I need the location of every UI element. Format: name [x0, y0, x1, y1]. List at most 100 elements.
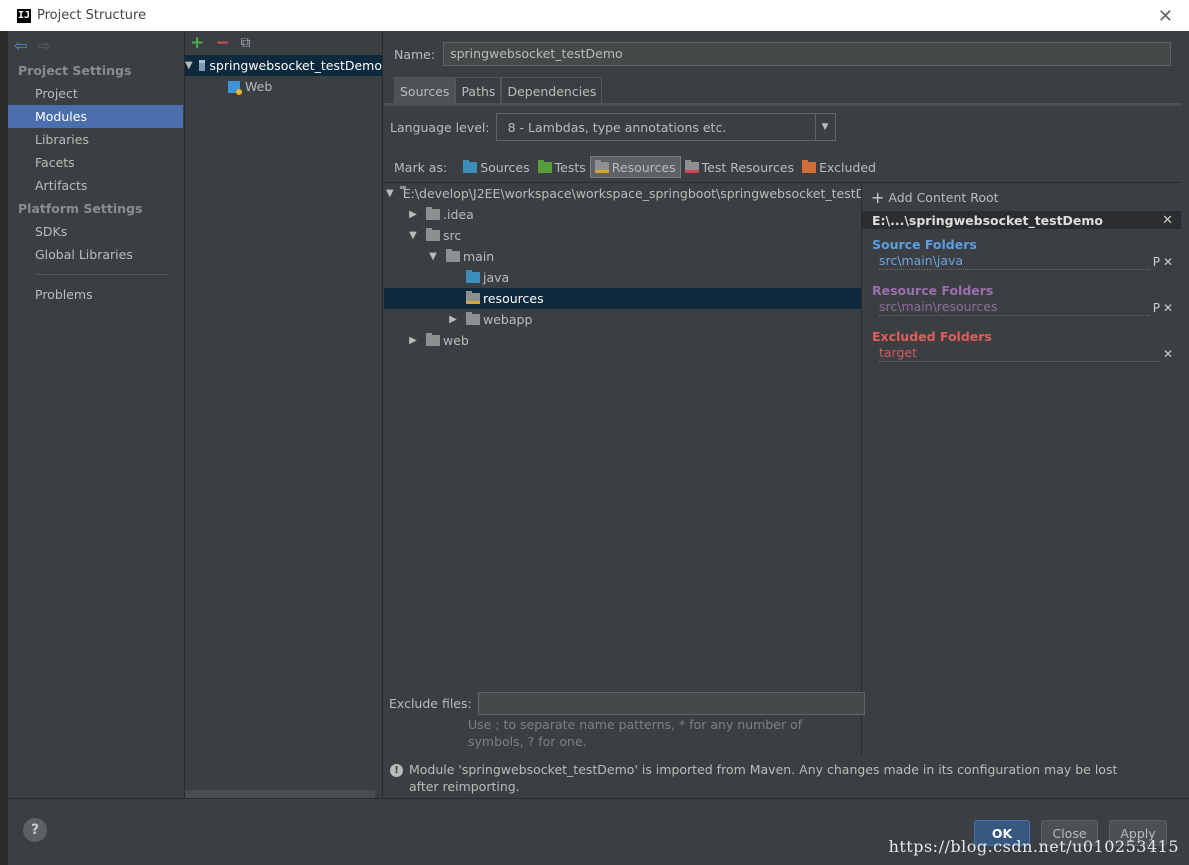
facet-label: Web — [245, 79, 273, 94]
tree-label: E:\develop\J2EE\workspace\workspace_spri… — [402, 186, 861, 201]
tree-row-resources[interactable]: resources — [384, 288, 861, 309]
add-content-root-label: Add Content Root — [888, 189, 999, 205]
nav-item-libraries[interactable]: Libraries — [8, 128, 183, 151]
tree-row-idea[interactable]: ▶ .idea — [384, 204, 861, 225]
watermark: https://blog.csdn.net/u010253415 — [888, 837, 1179, 856]
tab-sources[interactable]: Sources — [394, 77, 456, 104]
source-folder-item: src\main\java P ✕ — [862, 252, 1181, 271]
remove-folder-icon[interactable]: ✕ — [1163, 347, 1173, 361]
module-tree-panel: + − ⧉ ▼ springwebsocket_testDemo Web — [184, 31, 383, 798]
tree-row-src[interactable]: ▼ src — [384, 225, 861, 246]
source-folders-title: Source Folders — [872, 237, 977, 252]
module-panel-scrollbar[interactable] — [185, 790, 375, 798]
expand-right-icon[interactable]: ▶ — [406, 209, 420, 220]
mark-resources-button[interactable]: Resources — [589, 156, 681, 178]
tree-label: web — [443, 333, 469, 348]
test-folder-icon — [537, 159, 552, 173]
window-title: Project Structure — [37, 8, 147, 23]
folder-icon — [426, 333, 440, 346]
resource-folder-item: src\main\resources P ✕ — [862, 298, 1181, 317]
window-close-icon[interactable]: ✕ — [1158, 6, 1173, 27]
tab-underline — [384, 103, 1181, 106]
module-tree-item[interactable]: Web — [185, 76, 382, 97]
mark-as-label: Mark as: — [394, 159, 448, 175]
remove-folder-icon[interactable]: ✕ — [1163, 301, 1173, 315]
module-tree-item[interactable]: ▼ springwebsocket_testDemo — [185, 55, 382, 76]
tree-label: main — [463, 249, 495, 264]
expand-right-icon[interactable]: ▶ — [446, 314, 460, 325]
exclude-files-input[interactable] — [477, 692, 865, 715]
window-title-bar: IJ Project Structure ✕ — [0, 0, 1189, 31]
tree-row-main[interactable]: ▼ main — [384, 246, 861, 267]
add-content-root-button[interactable]: + Add Content Root — [862, 183, 1181, 211]
remove-root-icon[interactable]: ✕ — [1162, 213, 1173, 228]
test-resource-folder-icon — [684, 159, 699, 173]
expand-down-icon[interactable]: ▼ — [185, 55, 193, 76]
excluded-folder-item: target ✕ — [862, 344, 1181, 363]
nav-item-sdks[interactable]: SDKs — [8, 220, 183, 243]
nav-item-project[interactable]: Project — [8, 82, 183, 105]
tree-row-java[interactable]: java — [384, 267, 861, 288]
tab-dependencies[interactable]: Dependencies — [501, 77, 603, 104]
expand-down-icon[interactable]: ▼ — [406, 230, 420, 241]
content-root-header: E:\...\springwebsocket_testDemo ✕ — [862, 211, 1181, 229]
content-root-panel: + Add Content Root E:\...\springwebsocke… — [861, 182, 1181, 755]
nav-item-problems[interactable]: Problems — [8, 283, 183, 306]
mark-test-resources-button[interactable]: Test Resources — [681, 156, 798, 178]
forward-arrow-icon[interactable]: ⇨ — [37, 36, 50, 55]
nav-item-artifacts[interactable]: Artifacts — [8, 174, 183, 197]
add-module-icon[interactable]: + — [190, 33, 204, 53]
nav-item-modules[interactable]: Modules — [8, 105, 183, 128]
nav-item-global-libraries[interactable]: Global Libraries — [8, 243, 183, 266]
remove-module-icon[interactable]: − — [215, 33, 229, 53]
resource-folder-icon — [466, 291, 480, 304]
mark-sources-button[interactable]: Sources — [459, 156, 533, 178]
copy-module-icon[interactable]: ⧉ — [241, 35, 251, 51]
tab-paths[interactable]: Paths — [455, 77, 502, 104]
edit-properties-icon[interactable]: P — [1153, 255, 1160, 269]
edit-properties-icon[interactable]: P — [1153, 301, 1160, 315]
tree-row-root[interactable]: ▼ E:\develop\J2EE\workspace\workspace_sp… — [384, 183, 861, 204]
warning-text: Module 'springwebsocket_testDemo' is imp… — [409, 762, 1118, 794]
nav-divider — [35, 274, 169, 275]
nav-item-facets[interactable]: Facets — [8, 151, 183, 174]
exclude-files-label: Exclude files: — [389, 696, 472, 711]
plus-icon: + — [871, 187, 885, 207]
mark-excluded-button[interactable]: Excluded — [798, 156, 880, 178]
tree-label: resources — [483, 291, 544, 306]
tree-row-web[interactable]: ▶ web — [384, 330, 861, 351]
remove-folder-icon[interactable]: ✕ — [1163, 255, 1173, 269]
source-folder-icon — [466, 270, 480, 283]
resource-folders-title: Resource Folders — [872, 283, 994, 298]
mark-tests-label: Tests — [554, 159, 586, 175]
module-name-input[interactable]: springwebsocket_testDemo — [443, 42, 1172, 66]
folder-icon — [466, 312, 480, 325]
mark-tests-button[interactable]: Tests — [534, 156, 590, 178]
expand-right-icon[interactable]: ▶ — [406, 335, 420, 346]
language-level-select[interactable]: 8 - Lambdas, type annotations etc. ▼ — [495, 113, 836, 141]
warning-icon: ! — [390, 764, 403, 777]
exclude-files-hint: Use ; to separate name patterns, * for a… — [468, 717, 803, 749]
mark-resources-label: Resources — [611, 159, 676, 175]
folder-icon — [426, 228, 440, 241]
tree-row-webapp[interactable]: ▶ webapp — [384, 309, 861, 330]
language-level-label: Language level: — [390, 119, 490, 135]
module-folder-icon — [198, 60, 206, 71]
mark-as-toolbar: Mark as: Sources Tests Resources Test Re… — [394, 156, 880, 178]
maven-warning: ! Module 'springwebsocket_testDemo' is i… — [390, 761, 1130, 795]
folder-icon — [426, 207, 440, 220]
back-arrow-icon[interactable]: ⇦ — [14, 36, 27, 55]
expand-down-icon[interactable]: ▼ — [386, 188, 394, 199]
expand-down-icon[interactable]: ▼ — [426, 251, 440, 262]
section-project-settings: Project Settings — [18, 63, 132, 78]
language-level-value: 8 - Lambdas, type annotations etc. — [507, 119, 727, 135]
help-icon[interactable]: ? — [23, 818, 47, 842]
section-platform-settings: Platform Settings — [18, 201, 143, 216]
tree-label: webapp — [483, 312, 533, 327]
excluded-folder-path: target — [879, 345, 1160, 362]
module-config-panel: Name: springwebsocket_testDemo Sources P… — [384, 31, 1189, 798]
nav-history-arrows: ⇦ ⇨ — [8, 31, 183, 59]
tree-label: src — [443, 228, 462, 243]
content-root-tree: ▼ E:\develop\J2EE\workspace\workspace_sp… — [384, 182, 861, 712]
chevron-down-icon[interactable]: ▼ — [814, 114, 835, 140]
